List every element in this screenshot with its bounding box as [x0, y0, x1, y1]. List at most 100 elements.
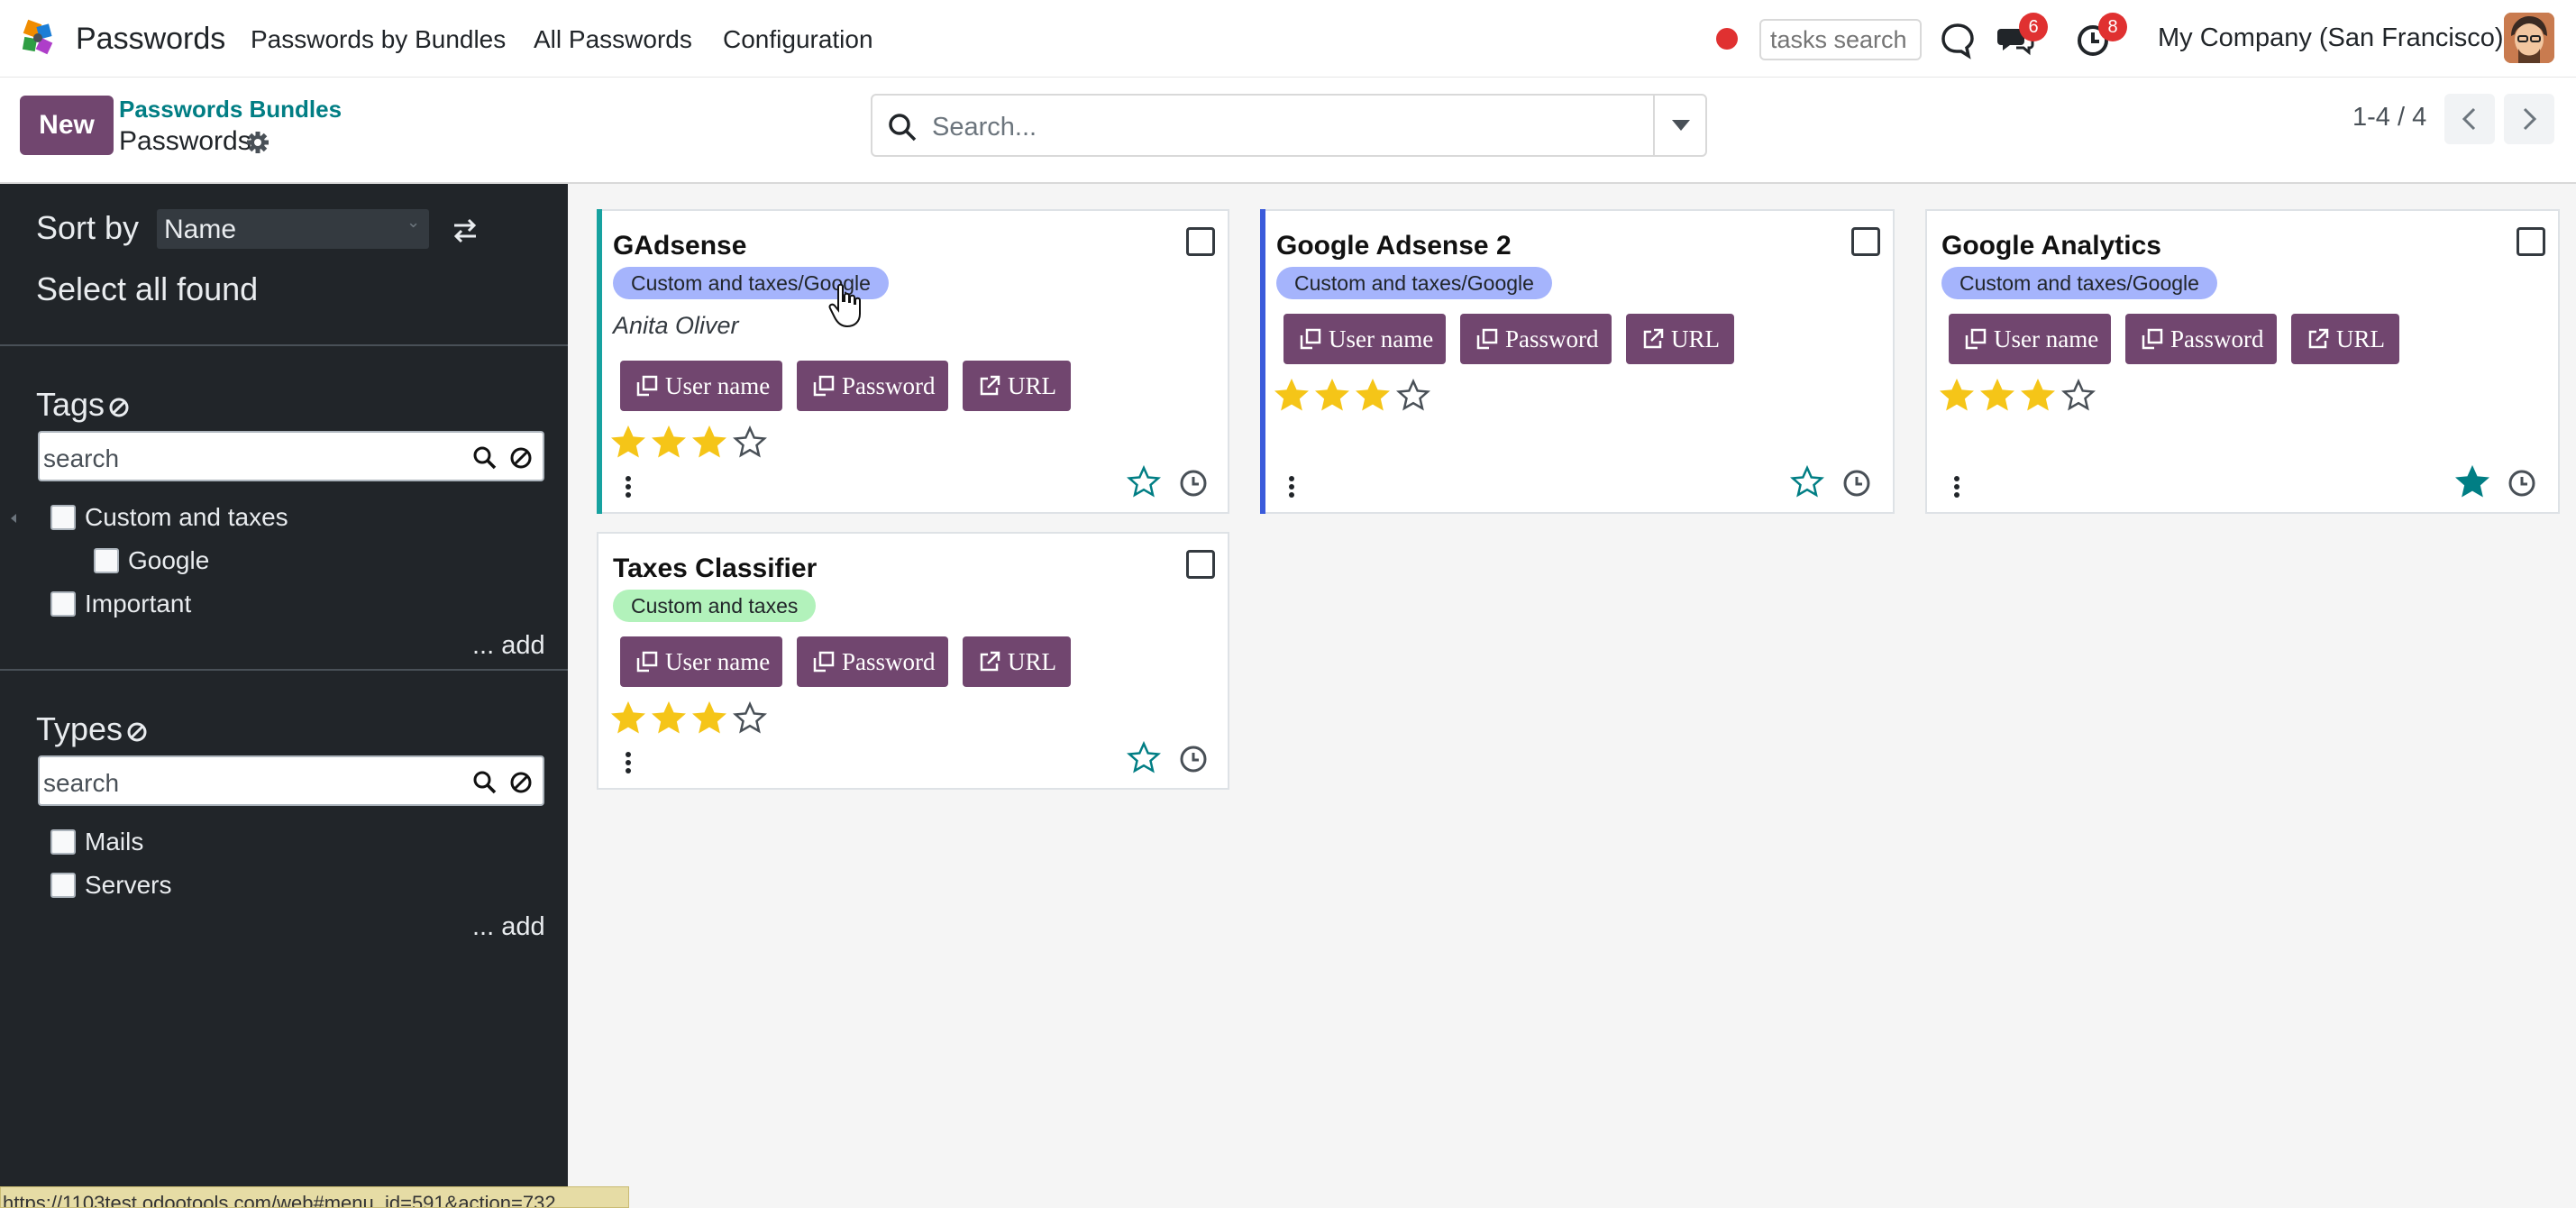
- tasks-search-input[interactable]: [1759, 19, 1922, 60]
- card-menu-icon[interactable]: [626, 752, 631, 773]
- app-name[interactable]: Passwords: [76, 22, 225, 57]
- pager-next-button[interactable]: [2504, 94, 2554, 144]
- chevron-left-icon: [2462, 107, 2476, 131]
- activity-clock-icon[interactable]: [2507, 469, 2536, 498]
- search-input[interactable]: Search...: [932, 113, 1037, 142]
- copy-password-button[interactable]: Password: [1460, 314, 1612, 364]
- add-type-link[interactable]: ... add: [472, 912, 545, 942]
- app-logo-icon[interactable]: [13, 13, 63, 63]
- sort-direction-icon[interactable]: [451, 216, 480, 245]
- priority-star-empty-icon[interactable]: [733, 426, 767, 460]
- card-owner: Anita Oliver: [613, 312, 739, 339]
- open-url-button[interactable]: URL: [1626, 314, 1734, 364]
- copy-username-button[interactable]: User name: [620, 361, 782, 411]
- add-tag-link[interactable]: ... add: [472, 631, 545, 661]
- priority-star-filled-icon[interactable]: [611, 701, 645, 736]
- copy-password-button[interactable]: Password: [2125, 314, 2277, 364]
- priority-star-filled-icon[interactable]: [2021, 379, 2055, 413]
- select-all-found-link[interactable]: Select all found: [36, 270, 258, 308]
- kanban-card-google-analytics[interactable]: Google Analytics Custom and taxes/Google…: [1925, 209, 2560, 514]
- card-select-checkbox[interactable]: [1186, 550, 1215, 579]
- kanban-card-google-adsense-2[interactable]: Google Adsense 2 Custom and taxes/Google…: [1260, 209, 1895, 514]
- discuss-icon[interactable]: [1938, 20, 1978, 59]
- priority-star-filled-icon[interactable]: [652, 426, 686, 460]
- priority-star-filled-icon[interactable]: [611, 426, 645, 460]
- favorite-star-icon[interactable]: [1127, 465, 1161, 499]
- type-label-servers[interactable]: Servers: [85, 871, 171, 900]
- priority-star-filled-icon[interactable]: [1940, 379, 1974, 413]
- priority-star-filled-icon[interactable]: [1980, 379, 2014, 413]
- priority-star-filled-icon[interactable]: [692, 426, 726, 460]
- sort-field-select[interactable]: Name: [157, 209, 429, 249]
- copy-username-button[interactable]: User name: [620, 636, 782, 687]
- priority-star-filled-icon[interactable]: [652, 701, 686, 736]
- pager-previous-button[interactable]: [2444, 94, 2495, 144]
- card-tag: Custom and taxes: [613, 590, 817, 622]
- copy-username-button[interactable]: User name: [1949, 314, 2111, 364]
- card-select-checkbox[interactable]: [2517, 227, 2545, 256]
- card-menu-icon[interactable]: [626, 476, 631, 498]
- tag-checkbox-important[interactable]: [50, 591, 76, 617]
- activity-clock-icon[interactable]: [1842, 469, 1871, 498]
- copy-password-button[interactable]: Password: [797, 636, 948, 687]
- priority-star-filled-icon[interactable]: [692, 701, 726, 736]
- type-checkbox-servers[interactable]: [50, 873, 76, 898]
- user-avatar[interactable]: [2504, 13, 2554, 63]
- priority-star-filled-icon[interactable]: [1315, 379, 1349, 413]
- tag-checkbox-custom-and-taxes[interactable]: [50, 505, 76, 530]
- breadcrumb-passwords-bundles[interactable]: Passwords Bundles: [119, 96, 342, 124]
- priority-star-empty-icon[interactable]: [733, 701, 767, 736]
- menu-passwords-by-bundles[interactable]: Passwords by Bundles: [251, 25, 506, 54]
- activity-clock-icon[interactable]: [1179, 745, 1208, 773]
- open-url-button[interactable]: URL: [2291, 314, 2399, 364]
- card-select-checkbox[interactable]: [1851, 227, 1880, 256]
- activity-clock-icon[interactable]: 8: [2075, 13, 2127, 59]
- chat-icon[interactable]: 6: [1996, 13, 2048, 59]
- priority-star-empty-icon[interactable]: [2061, 379, 2096, 413]
- gear-icon[interactable]: [245, 130, 270, 155]
- search-bar[interactable]: Search...: [871, 94, 1707, 157]
- favorite-star-icon[interactable]: [1790, 465, 1824, 499]
- copy-icon: [636, 651, 658, 673]
- tag-label-google[interactable]: Google: [128, 546, 209, 575]
- tags-search-field[interactable]: search: [38, 431, 544, 481]
- card-select-checkbox[interactable]: [1186, 227, 1215, 256]
- open-url-button[interactable]: URL: [963, 636, 1071, 687]
- tags-search-input[interactable]: search: [43, 444, 119, 473]
- card-tag: Custom and taxes/Google: [1276, 267, 1552, 299]
- clear-tags-icon[interactable]: [108, 397, 130, 418]
- favorite-star-icon[interactable]: [2455, 465, 2489, 499]
- record-dot-icon[interactable]: [1716, 28, 1738, 50]
- clear-types-icon[interactable]: [126, 721, 148, 743]
- kanban-card-gadsense[interactable]: GAdsense Custom and taxes/Google Anita O…: [597, 209, 1229, 514]
- search-icon[interactable]: [472, 770, 498, 795]
- type-checkbox-mails[interactable]: [50, 829, 76, 855]
- card-menu-icon[interactable]: [1954, 476, 1959, 498]
- tag-checkbox-google[interactable]: [94, 548, 119, 573]
- priority-star-filled-icon[interactable]: [1356, 379, 1390, 413]
- menu-all-passwords[interactable]: All Passwords: [534, 25, 692, 54]
- open-url-button[interactable]: URL: [963, 361, 1071, 411]
- clear-search-icon[interactable]: [508, 445, 534, 471]
- new-button[interactable]: New: [20, 96, 114, 155]
- types-search-field[interactable]: search: [38, 755, 544, 806]
- pager-value[interactable]: 1-4 / 4: [2352, 103, 2426, 133]
- search-options-toggle[interactable]: [1653, 96, 1705, 155]
- card-menu-icon[interactable]: [1289, 476, 1294, 498]
- copy-password-button[interactable]: Password: [797, 361, 948, 411]
- search-icon[interactable]: [472, 445, 498, 471]
- favorite-star-icon[interactable]: [1127, 741, 1161, 775]
- tag-label-important[interactable]: Important: [85, 590, 191, 618]
- kanban-card-taxes-classifier[interactable]: Taxes Classifier Custom and taxes User n…: [597, 532, 1229, 790]
- company-switcher[interactable]: My Company (San Francisco): [2158, 23, 2504, 53]
- priority-star-filled-icon[interactable]: [1274, 379, 1309, 413]
- priority-star-empty-icon[interactable]: [1396, 379, 1430, 413]
- clear-search-icon[interactable]: [508, 770, 534, 795]
- tag-label-custom-and-taxes[interactable]: Custom and taxes: [85, 503, 288, 532]
- copy-username-button[interactable]: User name: [1283, 314, 1446, 364]
- types-search-input[interactable]: search: [43, 769, 119, 798]
- activity-clock-icon[interactable]: [1179, 469, 1208, 498]
- menu-configuration[interactable]: Configuration: [723, 25, 873, 54]
- collapse-caret-icon[interactable]: [11, 514, 16, 523]
- type-label-mails[interactable]: Mails: [85, 828, 143, 856]
